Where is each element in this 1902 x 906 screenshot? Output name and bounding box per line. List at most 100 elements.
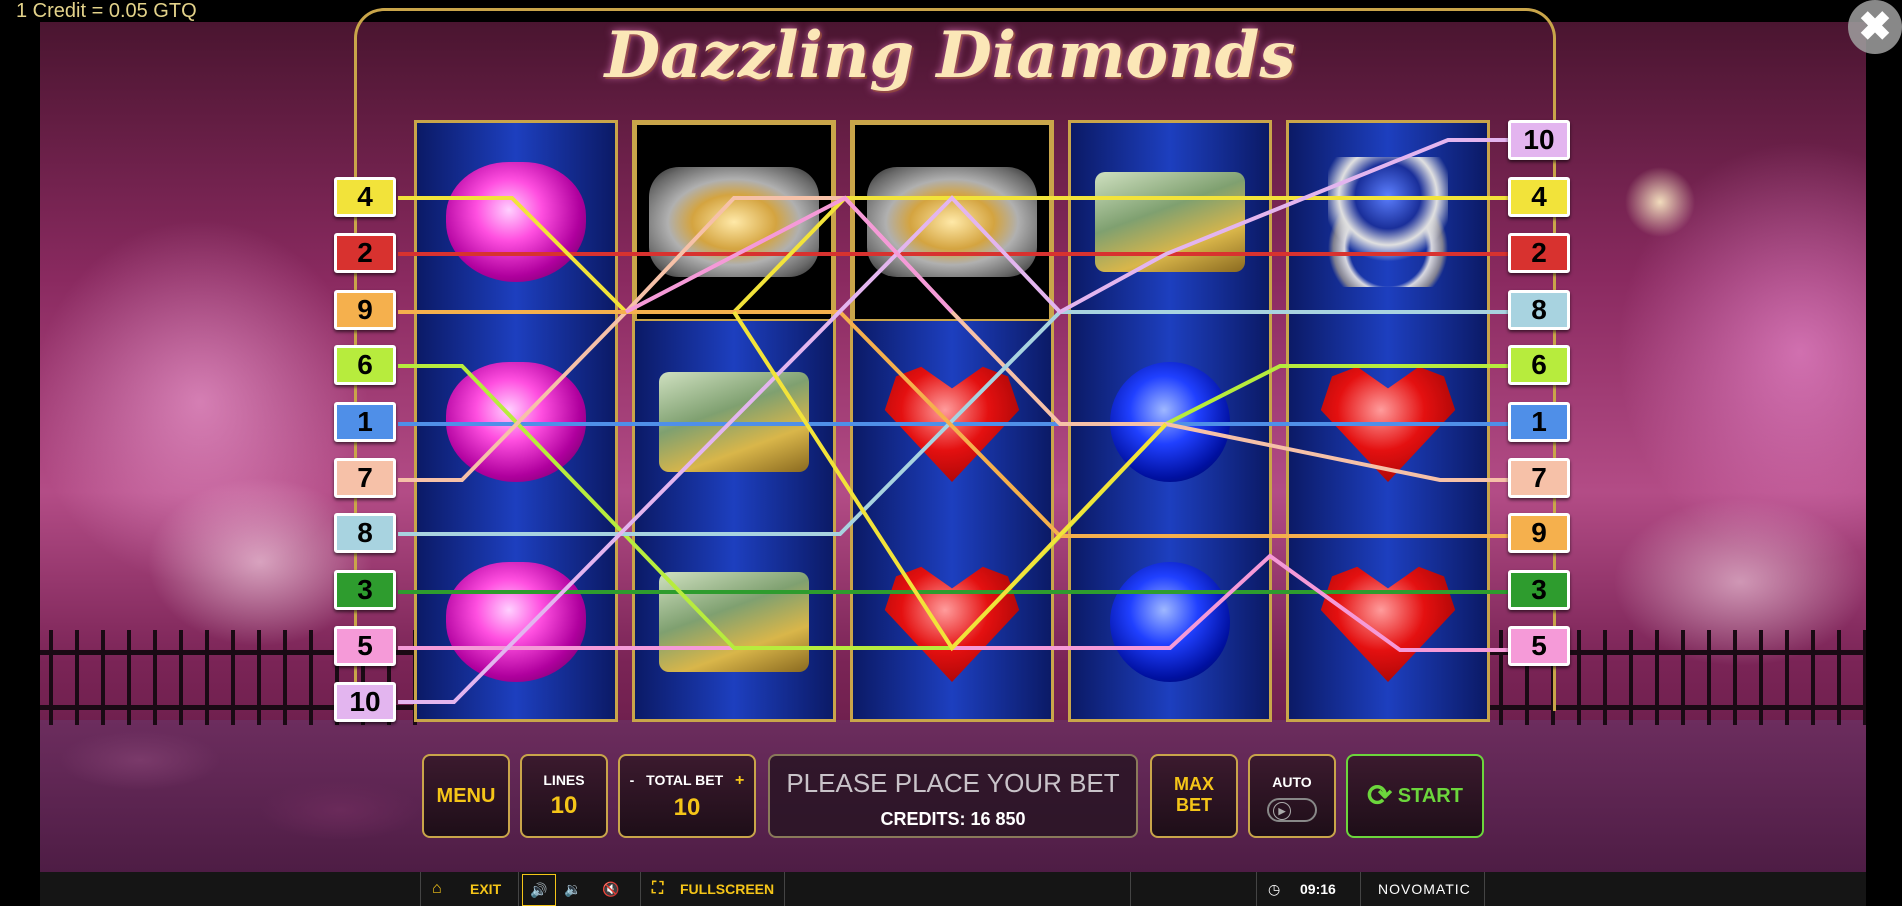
payline-label-left: 3 xyxy=(334,570,396,610)
auto-switch[interactable]: ▶ xyxy=(1267,798,1317,822)
gold-watch-icon xyxy=(649,167,819,277)
reel-2-cell-2 xyxy=(635,323,833,521)
payline-label-right: 10 xyxy=(1508,120,1570,160)
credit-value-note: 1 Credit = 0.05 GTQ xyxy=(16,0,197,22)
message-panel: PLEASE PLACE YOUR BET CREDITS: 16 850 xyxy=(768,754,1138,838)
payline-label-left: 10 xyxy=(334,682,396,722)
reel-1-cell-3 xyxy=(417,523,615,721)
total-bet-label: TOTAL BET xyxy=(646,772,724,788)
red-heart-icon xyxy=(884,366,1020,482)
reel-3-cell-3 xyxy=(853,523,1051,721)
credits-display: CREDITS: 16 850 xyxy=(880,809,1026,829)
fullscreen-icon[interactable]: ⛶ xyxy=(652,872,663,906)
lines-label: LINES xyxy=(543,772,585,788)
auto-play-toggle[interactable]: AUTO ▶ xyxy=(1248,754,1336,838)
mute-icon[interactable]: 🔇 xyxy=(602,872,619,906)
reel-3 xyxy=(850,120,1054,722)
reel-5-cell-3 xyxy=(1289,523,1487,721)
red-heart-icon xyxy=(1320,366,1456,482)
reel-1-cell-2 xyxy=(417,323,615,521)
payline-label-right: 1 xyxy=(1508,402,1570,442)
taskbar-divider xyxy=(518,872,519,906)
reel-5 xyxy=(1286,120,1490,722)
payline-label-left: 2 xyxy=(334,233,396,273)
reels-area xyxy=(414,120,1494,726)
reel-2-cell-3 xyxy=(635,523,833,721)
bottom-taskbar: ⌂ EXIT 🔊 🔉 🔇 ⛶ FULLSCREEN ◷ 09:16 NOVOMA… xyxy=(40,872,1866,906)
total-bet-value: 10 xyxy=(673,794,701,821)
exit-button[interactable]: EXIT xyxy=(470,872,501,906)
payline-label-left: 8 xyxy=(334,513,396,553)
max-bet-line1: MAX xyxy=(1174,774,1214,794)
pink-diamond-icon xyxy=(446,362,586,482)
payline-label-right: 5 xyxy=(1508,626,1570,666)
reel-4-cell-1 xyxy=(1071,123,1269,321)
money-stack-icon xyxy=(1095,172,1245,272)
payline-label-right: 2 xyxy=(1508,233,1570,273)
sound-waves-icon[interactable]: 🔊 xyxy=(522,874,556,906)
menu-button[interactable]: MENU xyxy=(422,754,510,838)
total-bet-control: - TOTAL BET + 10 xyxy=(618,754,756,838)
blue-diamond-icon xyxy=(1110,362,1230,482)
money-stack-icon xyxy=(659,372,809,472)
spin-arrows-icon: ⟳ xyxy=(1367,779,1393,813)
payline-label-right: 8 xyxy=(1508,290,1570,330)
payline-label-right: 6 xyxy=(1508,345,1570,385)
red-heart-icon xyxy=(1320,566,1456,682)
bet-decrease-button[interactable]: - xyxy=(630,772,635,788)
max-bet-button[interactable]: MAX BET xyxy=(1150,754,1238,838)
reel-5-cell-1 xyxy=(1289,123,1487,321)
taskbar-divider xyxy=(1256,872,1257,906)
play-icon: ▶ xyxy=(1273,802,1291,820)
payline-label-left: 4 xyxy=(334,177,396,217)
bet-increase-button[interactable]: + xyxy=(735,772,744,789)
payline-label-right: 4 xyxy=(1508,177,1570,217)
start-button[interactable]: ⟳ START xyxy=(1346,754,1484,838)
taskbar-divider xyxy=(420,872,421,906)
sapphire-ring-icon xyxy=(1328,157,1448,287)
reel-4-cell-2 xyxy=(1071,323,1269,521)
payline-label-left: 1 xyxy=(334,402,396,442)
taskbar-divider xyxy=(640,872,641,906)
reel-2-cell-1 xyxy=(635,123,833,321)
novomatic-logo: NOVOMATIC xyxy=(1378,881,1471,897)
money-stack-icon xyxy=(659,572,809,672)
taskbar-divider xyxy=(784,872,785,906)
pink-diamond-icon xyxy=(446,562,586,682)
close-button[interactable]: ✖ xyxy=(1848,0,1902,54)
reel-4-cell-3 xyxy=(1071,523,1269,721)
taskbar-divider xyxy=(1130,872,1131,906)
clock-icon: ◷ xyxy=(1268,881,1281,897)
lines-display[interactable]: LINES 10 xyxy=(520,754,608,838)
payline-label-left: 5 xyxy=(334,626,396,666)
blue-diamond-icon xyxy=(1110,562,1230,682)
game-scene: 1 Credit = 0.05 GTQ ✖ Dazzling Diamonds xyxy=(0,0,1902,906)
game-title-logo: Dazzling Diamonds xyxy=(604,18,1296,93)
payline-label-left: 7 xyxy=(334,458,396,498)
taskbar-divider xyxy=(1484,872,1485,906)
bet-prompt-message: PLEASE PLACE YOUR BET xyxy=(786,768,1120,798)
max-bet-line2: BET xyxy=(1176,795,1212,815)
reel-3-cell-2 xyxy=(853,323,1051,521)
reel-1 xyxy=(414,120,618,722)
pink-diamond-icon xyxy=(446,162,586,282)
reel-2 xyxy=(632,120,836,722)
reel-1-cell-1 xyxy=(417,123,615,321)
payline-label-right: 3 xyxy=(1508,570,1570,610)
reel-4 xyxy=(1068,120,1272,722)
volume-icon[interactable]: 🔉 xyxy=(564,872,581,906)
fullscreen-button[interactable]: FULLSCREEN xyxy=(680,872,774,906)
payline-label-left: 6 xyxy=(334,345,396,385)
home-icon[interactable]: ⌂ xyxy=(432,872,442,906)
reel-5-cell-2 xyxy=(1289,323,1487,521)
payline-label-right: 9 xyxy=(1508,513,1570,553)
start-label: START xyxy=(1397,785,1463,807)
payline-label-left: 9 xyxy=(334,290,396,330)
taskbar-divider xyxy=(1360,872,1361,906)
payline-label-right: 7 xyxy=(1508,458,1570,498)
reel-3-cell-1 xyxy=(853,123,1051,321)
clock-time: 09:16 xyxy=(1300,881,1336,897)
auto-label: AUTO xyxy=(1272,774,1312,790)
lines-value: 10 xyxy=(550,792,578,819)
gold-watch-icon xyxy=(867,167,1037,277)
